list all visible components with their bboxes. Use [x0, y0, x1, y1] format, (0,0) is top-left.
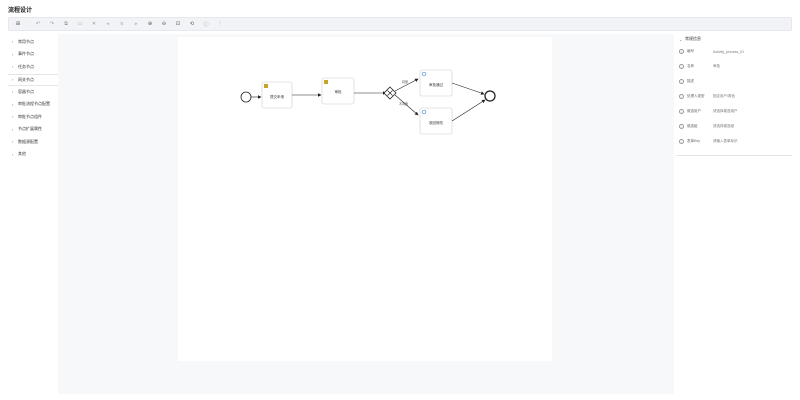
user-task-icon [324, 80, 328, 84]
sequence-flow[interactable] [451, 99, 486, 122]
task-label: 审批 [335, 89, 343, 94]
flow-label: 不同意 [399, 101, 408, 106]
property-value[interactable]: Activity_process_01 [713, 50, 792, 54]
task-reject[interactable]: 驳回修改 [419, 107, 453, 135]
align-center-icon[interactable]: ≡ [117, 19, 127, 29]
palette-group-gateway[interactable]: › 网关节点 [8, 73, 58, 86]
property-value[interactable]: 请选择候选组 [713, 124, 792, 129]
zoom-out-icon[interactable]: ⊖ [159, 19, 169, 29]
name-icon: i [679, 64, 684, 69]
open-file-icon[interactable]: ⊞ [13, 19, 23, 29]
page-title: 流程设计 [8, 8, 33, 14]
exclusive-gateway[interactable] [383, 86, 397, 100]
group-icon: i [679, 124, 684, 129]
diagram-canvas[interactable]: 提交申请 审批 同意 不同意 审批通过 驳回修改 [178, 37, 552, 361]
more-icon[interactable]: ⋮ [215, 19, 225, 29]
form-icon: i [679, 139, 684, 144]
task-approved[interactable]: 审批通过 [419, 69, 453, 97]
paste-icon[interactable]: ▭ [75, 19, 85, 29]
user-task-icon [264, 84, 268, 88]
palette-group-task[interactable]: › 任务节点 [8, 61, 58, 74]
palette-group-extension[interactable]: › 节点扩展属性 [8, 124, 58, 137]
palette-group-label: 常用节点 [18, 38, 34, 44]
canvas-area[interactable]: 提交申请 审批 同意 不同意 审批通过 驳回修改 [58, 34, 674, 394]
task-label: 提交申请 [270, 94, 284, 99]
property-value[interactable]: 指定用户/角色 [713, 94, 792, 99]
section-title: 常规信息 [685, 36, 701, 41]
align-right-icon[interactable]: ⫸ [131, 19, 141, 29]
task-label: 审批通过 [429, 82, 443, 87]
property-label: 编号 [687, 49, 694, 53]
task-submit[interactable]: 提交申请 [261, 81, 293, 109]
palette-group-label: 审批流程节点配置 [18, 101, 50, 107]
palette-group-container[interactable]: › 容器节点 [8, 86, 58, 99]
title-bar: 流程设计 [0, 0, 800, 16]
palette-group-label: 节点扩展属性 [18, 126, 42, 132]
palette-group-label: 网关节点 [18, 76, 34, 82]
palette-group-approval-components[interactable]: › 审批节点组件 [8, 111, 58, 124]
undo-icon[interactable]: ↶ [33, 19, 43, 29]
delete-icon[interactable]: ✕ [89, 19, 99, 29]
process-diagram[interactable]: 提交申请 审批 同意 不同意 审批通过 驳回修改 [178, 37, 552, 361]
flow-label: 同意 [402, 79, 408, 84]
id-icon: i [679, 49, 684, 54]
palette-group-other[interactable]: › 其他 [8, 149, 58, 162]
property-row-name[interactable]: i 名称 审批 [676, 59, 792, 74]
property-label: 处理人类型 [687, 94, 705, 98]
property-row-description[interactable]: i 描述 [676, 74, 792, 89]
property-label: 候选组 [687, 124, 698, 128]
properties-panel: ⌄ 常规信息 i 编号 Activity_process_01 i 名称 审批 … [676, 34, 792, 156]
property-row-id[interactable]: i 编号 Activity_process_01 [676, 44, 792, 59]
sequence-flow[interactable] [451, 82, 485, 95]
palette-group-label: 其他 [18, 151, 26, 157]
property-value[interactable]: 审批 [713, 64, 792, 69]
palette-group-label: 事件节点 [18, 51, 34, 57]
doc-icon: i [679, 79, 684, 84]
redo-icon[interactable]: ↷ [47, 19, 57, 29]
start-event[interactable] [240, 91, 252, 103]
property-value[interactable]: 请选择候选用户 [713, 109, 792, 114]
palette-group-label: 数据源配置 [18, 138, 38, 144]
zoom-fit-icon[interactable]: ⊡ [173, 19, 183, 29]
task-label: 驳回修改 [429, 120, 443, 125]
align-left-icon[interactable]: ⫷ [103, 19, 113, 29]
palette-group-label: 容器节点 [18, 88, 34, 94]
palette-group-event[interactable]: › 事件节点 [8, 49, 58, 62]
palette-group-label: 任务节点 [18, 63, 34, 69]
toolbar: ⊞ ↶ ↷ ⧉ ▭ ✕ ⫷ ≡ ⫸ ⊕ ⊖ ⊡ ⟲ ⓘ ⋮ [8, 17, 792, 31]
reset-icon[interactable]: ⟲ [187, 19, 197, 29]
property-label: 表单Key [687, 139, 701, 143]
section-header-general[interactable]: ⌄ 常规信息 [676, 34, 792, 44]
property-label: 描述 [687, 79, 694, 83]
property-value[interactable]: 请输入表单标识 [713, 139, 792, 144]
copy-icon[interactable]: ⧉ [61, 19, 71, 29]
info-icon[interactable]: ⓘ [201, 19, 211, 29]
zoom-in-icon[interactable]: ⊕ [145, 19, 155, 29]
property-row-candidate-groups[interactable]: i 候选组 请选择候选组 [676, 119, 792, 134]
palette-group-approval-config[interactable]: › 审批流程节点配置 [8, 99, 58, 112]
property-row-candidate-users[interactable]: i 候选用户 请选择候选用户 [676, 104, 792, 119]
candidate-icon: i [679, 109, 684, 114]
palette-group-common[interactable]: › 常用节点 [8, 36, 58, 49]
end-event[interactable] [484, 90, 496, 102]
task-approve[interactable]: 审批 [321, 77, 355, 105]
property-row-assignee-type[interactable]: i 处理人类型 指定用户/角色 [676, 89, 792, 104]
palette-group-label: 审批节点组件 [18, 113, 42, 119]
assignee-icon: i [679, 94, 684, 99]
property-row-form-key[interactable]: i 表单Key 请输入表单标识 [676, 134, 792, 149]
property-label: 候选用户 [687, 109, 701, 113]
property-label: 名称 [687, 64, 694, 68]
node-palette: › 常用节点 › 事件节点 › 任务节点 › 网关节点 › 容器节点 › 审批流程节点配置 … [8, 36, 58, 396]
palette-group-datasource[interactable]: › 数据源配置 [8, 136, 58, 149]
panel-divider [676, 155, 792, 156]
